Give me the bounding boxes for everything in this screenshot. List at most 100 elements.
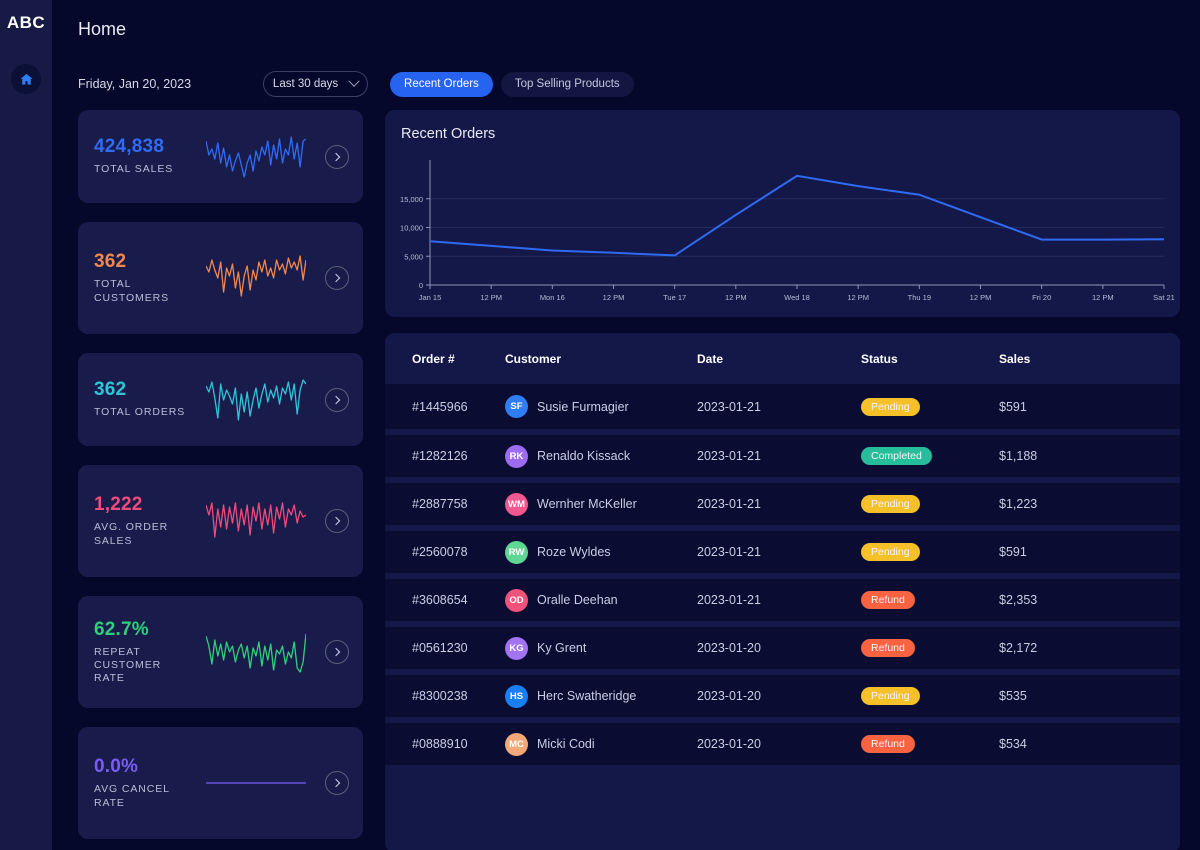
status-badge: Refund — [861, 591, 915, 609]
tab-top-selling-products[interactable]: Top Selling Products — [500, 71, 634, 97]
avatar: KG — [505, 636, 528, 660]
customer-name: Roze Wyldes — [537, 545, 611, 559]
kpi-card[interactable]: 362 TOTAL ORDERS — [78, 353, 363, 446]
chevron-right-glyph — [331, 395, 341, 404]
chevron-right-glyph — [331, 647, 341, 657]
svg-text:Tue 17: Tue 17 — [663, 293, 686, 302]
table-row[interactable]: #8300238 HS Herc Swatheridge 2023-01-20 Pend… — [385, 672, 1180, 720]
table-row[interactable]: #1282126 RK Renaldo Kissack 2023-01-21 Compl… — [385, 432, 1180, 480]
cell-date: 2023-01-21 — [697, 528, 861, 576]
cell-date: 2023-01-20 — [697, 720, 861, 768]
cell-status: Pending — [861, 480, 999, 528]
svg-text:Fri 20: Fri 20 — [1032, 293, 1051, 302]
chevron-right-glyph — [331, 516, 341, 526]
cell-date: 2023-01-21 — [697, 576, 861, 624]
avatar: WM — [505, 492, 528, 516]
chevron-right-glyph — [331, 152, 341, 161]
table-row[interactable]: #0888910 MC Micki Codi 2023-01-20 Refund $534 — [385, 720, 1180, 768]
chevron-down-icon — [348, 75, 360, 87]
chevron-right-icon[interactable] — [325, 771, 349, 795]
chevron-right-icon[interactable] — [325, 640, 349, 664]
status-badge: Refund — [861, 639, 915, 657]
svg-text:Wed 18: Wed 18 — [784, 293, 810, 302]
page-title: Home — [78, 19, 127, 39]
kpi-value: 362 — [94, 251, 127, 273]
column-header-sales[interactable]: Sales — [999, 333, 1180, 384]
column-header-customer[interactable]: Customer — [505, 333, 697, 384]
customer-name: Herc Swatheridge — [537, 689, 637, 703]
kpi-text-block: 424,838 TOTAL SALES — [94, 136, 186, 176]
current-date-label: Friday, Jan 20, 2023 — [78, 77, 192, 91]
kpi-label: TOTAL ORDERS — [94, 406, 186, 419]
chevron-right-icon[interactable] — [325, 387, 349, 412]
cell-customer: WM Wernher McKeller — [505, 480, 697, 528]
customer-cell-content: OD Oralle Deehan — [505, 588, 697, 612]
kpi-card[interactable]: 0.0% AVG CANCEL RATE — [78, 727, 363, 839]
cell-date: 2023-01-21 — [697, 432, 861, 480]
svg-text:12 PM: 12 PM — [847, 293, 869, 302]
status-badge: Pending — [861, 397, 920, 416]
customer-cell-content: WM Wernher McKeller — [505, 492, 697, 516]
cell-customer: SF Susie Furmagier — [505, 384, 697, 432]
kpi-card[interactable]: 362 TOTAL CUSTOMERS — [78, 222, 363, 334]
cell-order-number: #1445966 — [385, 384, 505, 432]
dashboard-root: ABC Home Friday, Jan 20, 2023 Last 30 da… — [0, 0, 1200, 850]
recent-orders-chart-panel: Recent Orders 0 5,000 10,000 15,000 Jan 15 12… — [385, 110, 1180, 317]
cell-status: Pending — [861, 528, 999, 576]
table-row[interactable]: #2887758 WM Wernher McKeller 2023-01-21 Pend… — [385, 480, 1180, 528]
toolbar: Friday, Jan 20, 2023 Last 30 days Recent… — [78, 71, 634, 97]
cell-status: Completed — [861, 432, 999, 480]
customer-cell-content: RW Roze Wyldes — [505, 540, 697, 564]
table-row[interactable]: #1445966 SF Susie Furmagier 2023-01-21 Pendi… — [385, 384, 1180, 432]
customer-name: Renaldo Kissack — [537, 449, 631, 463]
cell-date: 2023-01-21 — [697, 480, 861, 528]
chevron-right-icon[interactable] — [325, 266, 349, 290]
avatar: SF — [505, 395, 528, 418]
status-badge: Completed — [861, 447, 932, 465]
table-row[interactable]: #0561230 KG Ky Grent 2023-01-20 Refund $2,172 — [385, 624, 1180, 672]
svg-text:5,000: 5,000 — [404, 252, 423, 261]
kpi-card[interactable]: 1,222 AVG. ORDER SALES — [78, 465, 363, 577]
orders-table: Order # Customer Date Status Sales #1445… — [385, 333, 1180, 771]
customer-cell-content: KG Ky Grent — [505, 636, 697, 660]
kpi-card[interactable]: 424,838 TOTAL SALES — [78, 110, 363, 203]
cell-sales: $2,172 — [999, 624, 1180, 672]
cell-customer: MC Micki Codi — [505, 720, 697, 768]
kpi-card[interactable]: 62.7% REPEAT CUSTOMER RATE — [78, 596, 363, 708]
kpi-value: 0.0% — [94, 756, 139, 778]
svg-text:12 PM: 12 PM — [480, 293, 502, 302]
column-header-order[interactable]: Order # — [385, 333, 505, 384]
date-range-select[interactable]: Last 30 days — [263, 71, 369, 97]
sidebar-item-home[interactable] — [11, 64, 41, 94]
svg-text:Mon 16: Mon 16 — [540, 293, 565, 302]
cell-order-number: #0888910 — [385, 720, 505, 768]
kpi-sparkline — [186, 129, 325, 185]
chevron-right-icon[interactable] — [325, 509, 349, 533]
cell-order-number: #8300238 — [385, 672, 505, 720]
cell-status: Refund — [861, 720, 999, 768]
status-badge: Pending — [861, 495, 920, 513]
customer-name: Oralle Deehan — [537, 593, 618, 607]
avatar: RW — [505, 540, 528, 564]
cell-sales: $535 — [999, 672, 1180, 720]
column-header-status[interactable]: Status — [861, 333, 999, 384]
status-badge: Pending — [861, 687, 920, 705]
sidebar: ABC — [0, 0, 52, 850]
kpi-label: REPEAT CUSTOMER RATE — [94, 645, 162, 685]
table-header-row: Order # Customer Date Status Sales — [385, 333, 1180, 384]
tab-recent-orders[interactable]: Recent Orders — [390, 71, 493, 97]
tab-list: Recent Orders Top Selling Products — [390, 71, 634, 97]
customer-cell-content: MC Micki Codi — [505, 732, 697, 756]
avatar: RK — [505, 444, 528, 468]
svg-text:12 PM: 12 PM — [970, 293, 992, 302]
customer-cell-content: RK Renaldo Kissack — [505, 444, 697, 468]
avatar: MC — [505, 732, 528, 756]
kpi-text-block: 0.0% AVG CANCEL RATE — [94, 756, 186, 809]
kpi-value: 62.7% — [94, 618, 149, 640]
customer-cell-content: HS Herc Swatheridge — [505, 684, 697, 708]
table-row[interactable]: #3608654 OD Oralle Deehan 2023-01-21 Refund $… — [385, 576, 1180, 624]
customer-name: Ky Grent — [537, 641, 587, 655]
table-row[interactable]: #2560078 RW Roze Wyldes 2023-01-21 Pending $5… — [385, 528, 1180, 576]
column-header-date[interactable]: Date — [697, 333, 861, 384]
chevron-right-icon[interactable] — [325, 144, 349, 169]
